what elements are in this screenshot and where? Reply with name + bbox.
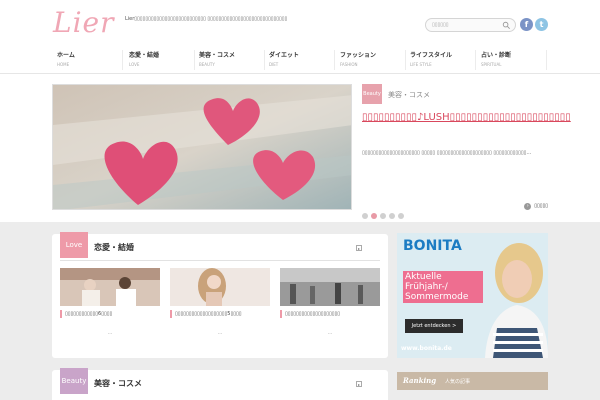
nav-label: 占い・診断 bbox=[481, 52, 512, 59]
nav-item-diet[interactable]: ダイエット DIET bbox=[265, 50, 335, 70]
nav-sublabel: BEAUTY bbox=[199, 62, 215, 67]
slider-dot[interactable] bbox=[389, 213, 395, 219]
panel-title[interactable]: 恋愛・結婚 bbox=[94, 242, 134, 253]
twitter-icon[interactable]: t bbox=[535, 18, 548, 31]
panel-more-icon[interactable]: ▸ bbox=[356, 381, 362, 387]
slider-dot[interactable] bbox=[362, 213, 368, 219]
nav-sublabel: FASHION bbox=[340, 62, 358, 67]
article-title-link[interactable]: ▯▯▯▯▯▯▯▯▯▯▯▯6▯▯▯▯ bbox=[60, 310, 160, 318]
hearts-photo bbox=[53, 85, 351, 209]
featured-title-link[interactable]: ▯▯▯▯▯▯▯▯▯▯♪LUSH▯▯▯▯▯▯▯▯▯▯▯▯▯▯▯▯▯▯▯▯▯▯ bbox=[362, 110, 571, 125]
nav-item-spiritual[interactable]: 占い・診断 SPIRITUAL bbox=[477, 50, 547, 70]
nav-label: ホーム bbox=[57, 52, 75, 59]
read-more-label: ▯▯▯▯▯ bbox=[534, 203, 548, 209]
featured-excerpt: ▯▯▯▯▯▯▯▯▯▯▯▯▯▯▯▯▯▯▯▯▯ ▯▯▯▯▯ ▯▯▯▯▯▯▯▯▯▯▯▯… bbox=[362, 150, 532, 156]
ad-cta-button[interactable]: Jetzt entdecken > bbox=[405, 319, 463, 333]
couple-photo bbox=[60, 268, 160, 306]
category-badge: Beauty bbox=[362, 84, 382, 104]
street-photo bbox=[280, 268, 380, 306]
love-panel: Love 恋愛・結婚 ▸ ▯▯▯▯▯▯▯▯▯▯▯▯6▯▯▯▯ ▯▯▯▯▯▯▯▯▯… bbox=[52, 232, 388, 358]
article-thumbnail[interactable] bbox=[170, 268, 270, 306]
ad-url: www.bonita.de bbox=[401, 345, 452, 352]
slider-dot[interactable] bbox=[380, 213, 386, 219]
nav-label: ファッション bbox=[340, 52, 377, 59]
panel-more-icon[interactable]: ▸ bbox=[356, 245, 362, 251]
article-thumbnail[interactable] bbox=[280, 268, 380, 306]
read-more-link[interactable]: › ▯▯▯▯▯ bbox=[524, 203, 548, 210]
ranking-header: Ranking 人気の記事 bbox=[397, 372, 548, 390]
nav-sublabel: SPIRITUAL bbox=[481, 62, 502, 67]
nav-sublabel: LOVE bbox=[129, 62, 140, 67]
nav-sublabel: LIFE STYLE bbox=[410, 62, 432, 67]
category-label[interactable]: 美容・コスメ bbox=[388, 90, 430, 100]
nav-item-beauty[interactable]: 美容・コスメ BEAUTY bbox=[195, 50, 265, 70]
ranking-label: Ranking bbox=[403, 376, 437, 385]
beauty-badge: Beauty bbox=[60, 368, 88, 394]
nav-label: 恋愛・結婚 bbox=[129, 52, 160, 59]
arrow-right-icon: › bbox=[524, 203, 532, 210]
article-more[interactable]: … bbox=[170, 330, 270, 336]
featured-slider: Beauty 美容・コスメ ▯▯▯▯▯▯▯▯▯▯♪LUSH▯▯▯▯▯▯▯▯▯▯▯… bbox=[52, 84, 571, 219]
site-header: Lier Lier▯▯▯▯▯▯▯▯▯▯▯▯▯▯▯▯▯▯▯▯▯▯▯▯▯▯ ▯▯▯▯… bbox=[0, 0, 600, 46]
search-placeholder: ▯▯▯▯▯▯ bbox=[432, 22, 449, 28]
advertisement[interactable]: BONITA Aktuelle Frühjahr-/ Sommermode Je… bbox=[397, 233, 548, 358]
nav-item-lifestyle[interactable]: ライフスタイル LIFE STYLE bbox=[406, 50, 476, 70]
nav-label: ライフスタイル bbox=[410, 52, 453, 59]
nav-sublabel: DIET bbox=[269, 62, 279, 67]
site-tagline: Lier▯▯▯▯▯▯▯▯▯▯▯▯▯▯▯▯▯▯▯▯▯▯▯▯▯▯ ▯▯▯▯▯▯▯▯▯… bbox=[125, 16, 288, 22]
slider-pagination bbox=[362, 204, 407, 223]
nav-label: 美容・コスメ bbox=[199, 52, 236, 59]
nav-label: ダイエット bbox=[269, 52, 299, 59]
facebook-icon[interactable]: f bbox=[520, 18, 533, 31]
featured-image[interactable] bbox=[52, 84, 352, 210]
search-input[interactable]: ▯▯▯▯▯▯ bbox=[425, 18, 516, 32]
article-thumbnail[interactable] bbox=[60, 268, 160, 306]
woman-photo bbox=[170, 268, 270, 306]
site-logo[interactable]: Lier bbox=[53, 6, 115, 39]
nav-sublabel: HOME bbox=[57, 62, 70, 67]
divider bbox=[60, 260, 380, 261]
nav-item-home[interactable]: ホーム HOME bbox=[53, 50, 123, 70]
main-nav: ホーム HOME 恋愛・結婚 LOVE 美容・コスメ BEAUTY ダイエット … bbox=[0, 46, 600, 74]
ranking-sublabel: 人気の記事 bbox=[445, 379, 471, 385]
article-more[interactable]: … bbox=[280, 330, 380, 336]
slider-dot[interactable] bbox=[398, 213, 404, 219]
article-title-link[interactable]: ▯▯▯▯▯▯▯▯▯▯▯▯▯▯▯▯▯▯▯5▯▯▯▯ bbox=[170, 310, 270, 318]
love-badge: Love bbox=[60, 232, 88, 258]
ad-headline: Aktuelle Frühjahr-/ Sommermode bbox=[403, 271, 483, 303]
article-title-link[interactable]: ▯▯▯▯▯▯▯▯▯▯▯▯▯▯▯▯▯▯▯▯ bbox=[280, 310, 380, 318]
search-icon[interactable] bbox=[502, 21, 511, 30]
nav-item-fashion[interactable]: ファッション FASHION bbox=[336, 50, 406, 70]
article-more[interactable]: … bbox=[60, 330, 160, 336]
nav-item-love[interactable]: 恋愛・結婚 LOVE bbox=[125, 50, 195, 70]
beauty-panel: Beauty 美容・コスメ ▸ bbox=[52, 368, 388, 400]
ad-brand-logo: BONITA bbox=[403, 238, 462, 254]
slider-dot-active[interactable] bbox=[371, 213, 377, 219]
panel-title[interactable]: 美容・コスメ bbox=[94, 378, 142, 389]
